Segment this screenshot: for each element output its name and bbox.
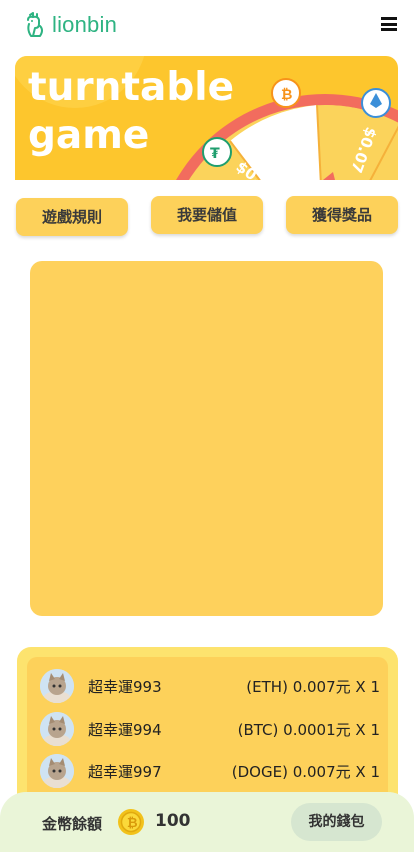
my-wallet-button[interactable]: 我的錢包 [291, 803, 382, 841]
prizes-button[interactable]: 獲得獎品 [286, 196, 398, 234]
deposit-button[interactable]: 我要儲值 [151, 196, 263, 234]
winner-name: 超幸運993 [88, 678, 162, 696]
wallet-footer: 金幣餘額 ₿ 100 我的錢包 [0, 792, 414, 852]
winner-name: 超幸運994 [88, 721, 162, 739]
app-header: lionbin [0, 0, 414, 50]
svg-text:₿: ₿ [127, 816, 138, 831]
winner-prize: (ETH) 0.007元 X 1 [246, 678, 380, 696]
gold-coin-icon: ₿ [118, 809, 144, 835]
svg-text:₿: ₿ [281, 87, 292, 103]
balance-value: 100 [155, 811, 191, 831]
winner-name: 超幸運997 [88, 763, 162, 781]
avatar [40, 669, 74, 703]
avatar [40, 712, 74, 746]
turntable-area[interactable] [30, 261, 383, 616]
balance-label: 金幣餘額 [42, 815, 103, 833]
game-rules-button[interactable]: 遊戲規則 [16, 198, 128, 236]
lionbin-logo[interactable]: lionbin [24, 12, 117, 38]
banner-title: turntable game [28, 64, 234, 160]
lion-logo-icon [27, 12, 43, 37]
winner-prize: (BTC) 0.0001元 X 1 [237, 721, 380, 739]
avatar [40, 754, 74, 788]
list-item: 超幸運997 (DOGE) 0.007元 X 1 [40, 754, 380, 788]
list-item: 超幸運994 (BTC) 0.0001元 X 1 [40, 712, 380, 746]
hamburger-menu-icon[interactable] [381, 17, 397, 31]
turntable-banner: ₿ ₮ $0.07 $0.07 $0.0 turntable game [15, 56, 398, 180]
winner-prize: (DOGE) 0.007元 X 1 [231, 763, 380, 781]
banner-title-line2: game [28, 113, 150, 158]
logo-text: lionbin [52, 12, 118, 37]
banner-title-line1: turntable [28, 65, 235, 110]
list-item: 超幸運993 (ETH) 0.007元 X 1 [40, 669, 380, 703]
